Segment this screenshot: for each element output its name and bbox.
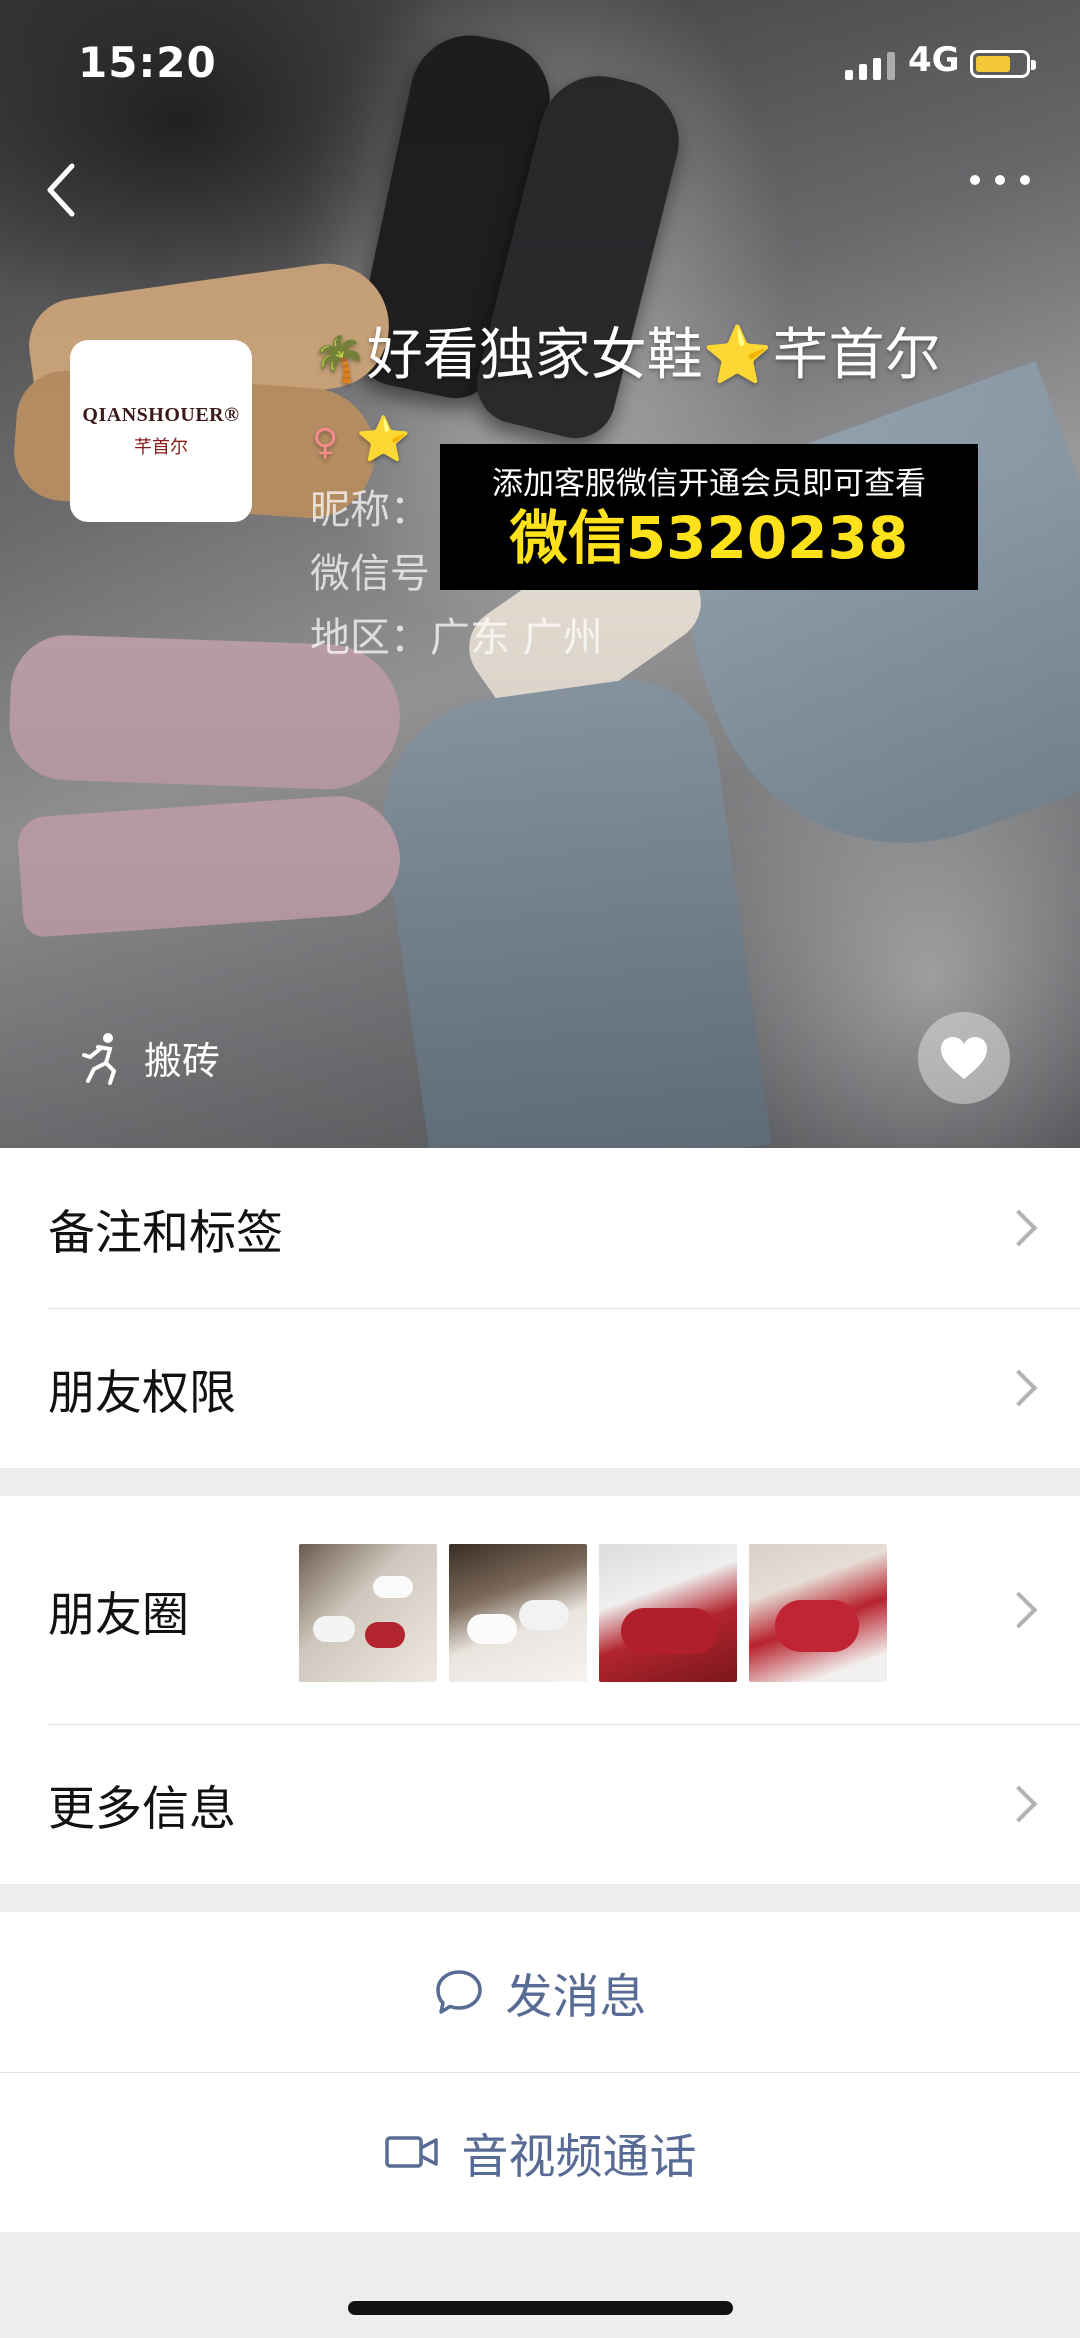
remark-tags-row[interactable]: 备注和标签	[0, 1148, 1080, 1308]
moments-label: 朋友圈	[48, 1587, 189, 1643]
status-badge[interactable]: 搬砖	[80, 1030, 220, 1085]
chat-bubble-icon	[435, 1970, 482, 2014]
back-icon[interactable]	[42, 160, 82, 220]
moments-thumbnail	[299, 1544, 437, 1682]
remark-tags-label: 备注和标签	[48, 1205, 283, 1261]
status-time: 15:20	[78, 38, 217, 87]
status-label: 搬砖	[144, 1039, 221, 1083]
star-icon: ⭐	[356, 414, 411, 465]
chevron-right-icon	[1000, 1591, 1038, 1629]
moments-thumbnails	[299, 1544, 887, 1682]
banner-line1: 添加客服微信开通会员即可查看	[492, 466, 926, 502]
video-camera-icon	[384, 2136, 438, 2168]
friend-permissions-row[interactable]: 朋友权限	[0, 1308, 1080, 1468]
wechat-overlay-banner: 添加客服微信开通会员即可查看 微信5320238	[440, 444, 978, 590]
send-message-button[interactable]: 发消息	[0, 1912, 1080, 2072]
moments-thumbnail	[749, 1544, 887, 1682]
info-group: 朋友圈 更多信息	[0, 1496, 1080, 1884]
moments-thumbnail	[599, 1544, 737, 1682]
moments-thumbnail	[449, 1544, 587, 1682]
avatar-brand-cn: 芊首尔	[134, 436, 188, 458]
palm-tree-icon: 🌴	[312, 334, 367, 385]
status-bar: 15:20 4G	[0, 0, 1080, 130]
send-message-label: 发消息	[505, 1969, 647, 2025]
chevron-right-icon	[1000, 1209, 1038, 1247]
profile-cover[interactable]: 15:20 4G QIANSHOUER® 芊首尔 🌴好看独家女鞋⭐芊首尔 ♀ ⭐…	[0, 0, 1080, 1148]
profile-name-text: 好看独家女鞋⭐芊首尔	[366, 323, 941, 388]
chevron-right-icon	[1000, 1369, 1038, 1407]
moments-row[interactable]: 朋友圈	[0, 1496, 1080, 1724]
battery-icon	[970, 50, 1036, 78]
friend-permissions-label: 朋友权限	[48, 1365, 236, 1421]
av-call-label: 音视频通话	[461, 2129, 697, 2185]
action-group: 发消息 音视频通话	[0, 1912, 1080, 2232]
more-icon[interactable]	[970, 175, 1030, 195]
female-icon: ♀	[312, 422, 339, 463]
home-indicator[interactable]	[348, 2301, 733, 2315]
network-type: 4G	[908, 40, 960, 80]
running-person-icon	[82, 1032, 117, 1085]
heart-icon	[941, 1037, 987, 1079]
chevron-right-icon	[1000, 1785, 1038, 1823]
signal-icon	[845, 50, 895, 80]
av-call-button[interactable]: 音视频通话	[0, 2072, 1080, 2232]
avatar[interactable]: QIANSHOUER® 芊首尔	[70, 340, 252, 522]
more-info-label: 更多信息	[48, 1781, 236, 1837]
region-label: 地区：广东 广州	[310, 615, 603, 661]
more-info-row[interactable]: 更多信息	[0, 1724, 1080, 1884]
banner-line2: 微信5320238	[509, 504, 909, 572]
like-button[interactable]	[918, 1012, 1010, 1104]
settings-group: 备注和标签 朋友权限	[0, 1148, 1080, 1468]
avatar-brand: QIANSHOUER®	[82, 403, 240, 426]
